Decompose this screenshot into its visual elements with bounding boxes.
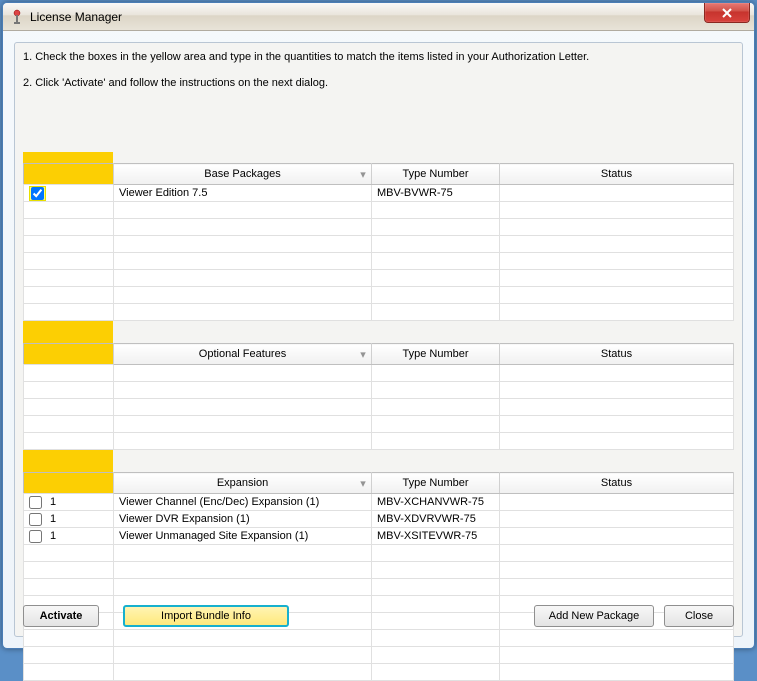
instruction-line-2: 2. Click 'Activate' and follow the instr…	[23, 77, 734, 89]
table-row-empty	[24, 562, 734, 579]
table-row-empty	[24, 270, 734, 287]
status-cell	[500, 185, 734, 202]
table-row-empty	[24, 647, 734, 664]
sort-indicator-icon: ▾	[360, 168, 366, 174]
col-type-number[interactable]: Type Number	[372, 473, 500, 494]
col-expansion[interactable]: Expansion▾	[114, 473, 372, 494]
table-row-empty	[24, 399, 734, 416]
type-cell: MBV-XDVRVWR-75	[372, 511, 500, 528]
checkbox-cell[interactable]: 1	[24, 511, 114, 528]
add-new-package-button[interactable]: Add New Package	[534, 605, 654, 627]
type-cell: MBV-XSITEVWR-75	[372, 528, 500, 545]
instructions: 1. Check the boxes in the yellow area an…	[15, 43, 742, 121]
titlebar[interactable]: License Manager	[3, 3, 754, 31]
expansion-table: Expansion▾ Type Number Status 1 Viewer Ch…	[23, 472, 734, 681]
row-checkbox[interactable]	[29, 530, 42, 543]
name-cell: Viewer DVR Expansion (1)	[114, 511, 372, 528]
sort-indicator-icon: ▾	[360, 477, 366, 483]
col-status[interactable]: Status	[500, 344, 734, 365]
name-cell: Viewer Edition 7.5	[114, 185, 372, 202]
table-row[interactable]: 1 Viewer Channel (Enc/Dec) Expansion (1)M…	[24, 494, 734, 511]
status-cell	[500, 528, 734, 545]
col-checkbox	[24, 473, 114, 494]
name-cell: Viewer Channel (Enc/Dec) Expansion (1)	[114, 494, 372, 511]
status-cell	[500, 511, 734, 528]
table-row-empty	[24, 382, 734, 399]
app-icon	[9, 9, 25, 25]
table-row-empty	[24, 664, 734, 681]
table-row-empty	[24, 630, 734, 647]
optional-features-table: Optional Features▾ Type Number Status	[23, 343, 734, 450]
table-row-empty	[24, 219, 734, 236]
instruction-line-1: 1. Check the boxes in the yellow area an…	[23, 51, 734, 63]
type-cell: MBV-BVWR-75	[372, 185, 500, 202]
license-manager-window: License Manager 1. Check the boxes in th…	[2, 2, 755, 649]
checkbox-cell[interactable]	[24, 185, 114, 202]
checkbox-cell[interactable]: 1	[24, 494, 114, 511]
table-row[interactable]: Viewer Edition 7.5MBV-BVWR-75	[24, 185, 734, 202]
checkbox-cell[interactable]: 1	[24, 528, 114, 545]
window-close-button[interactable]	[704, 3, 750, 23]
quantity-value: 1	[50, 513, 56, 525]
table-row-empty	[24, 287, 734, 304]
row-checkbox[interactable]	[31, 187, 44, 200]
quantity-value: 1	[50, 530, 56, 542]
table-row-empty	[24, 416, 734, 433]
window-title: License Manager	[30, 10, 122, 24]
table-row-empty	[24, 236, 734, 253]
base-packages-table: Base Packages▾ Type Number Status Viewer…	[23, 163, 734, 321]
import-bundle-info-button[interactable]: Import Bundle Info	[123, 605, 289, 627]
table-row[interactable]: 1 Viewer DVR Expansion (1)MBV-XDVRVWR-75	[24, 511, 734, 528]
quantity-value: 1	[50, 496, 56, 508]
table-row-empty	[24, 545, 734, 562]
row-checkbox[interactable]	[29, 496, 42, 509]
table-row-empty	[24, 304, 734, 321]
table-row-empty	[24, 365, 734, 382]
sort-indicator-icon: ▾	[360, 348, 366, 354]
col-checkbox	[24, 164, 114, 185]
table-row-empty	[24, 433, 734, 450]
col-base-packages[interactable]: Base Packages▾	[114, 164, 372, 185]
row-checkbox[interactable]	[29, 513, 42, 526]
name-cell: Viewer Unmanaged Site Expansion (1)	[114, 528, 372, 545]
close-button[interactable]: Close	[664, 605, 734, 627]
status-cell	[500, 494, 734, 511]
table-row-empty	[24, 579, 734, 596]
col-checkbox	[24, 344, 114, 365]
table-row-empty	[24, 202, 734, 219]
type-cell: MBV-XCHANVWR-75	[372, 494, 500, 511]
table-row-empty	[24, 253, 734, 270]
table-row[interactable]: 1 Viewer Unmanaged Site Expansion (1)MBV-…	[24, 528, 734, 545]
col-type-number[interactable]: Type Number	[372, 344, 500, 365]
col-status[interactable]: Status	[500, 473, 734, 494]
col-type-number[interactable]: Type Number	[372, 164, 500, 185]
activate-button[interactable]: Activate	[23, 605, 99, 627]
col-status[interactable]: Status	[500, 164, 734, 185]
col-optional-features[interactable]: Optional Features▾	[114, 344, 372, 365]
